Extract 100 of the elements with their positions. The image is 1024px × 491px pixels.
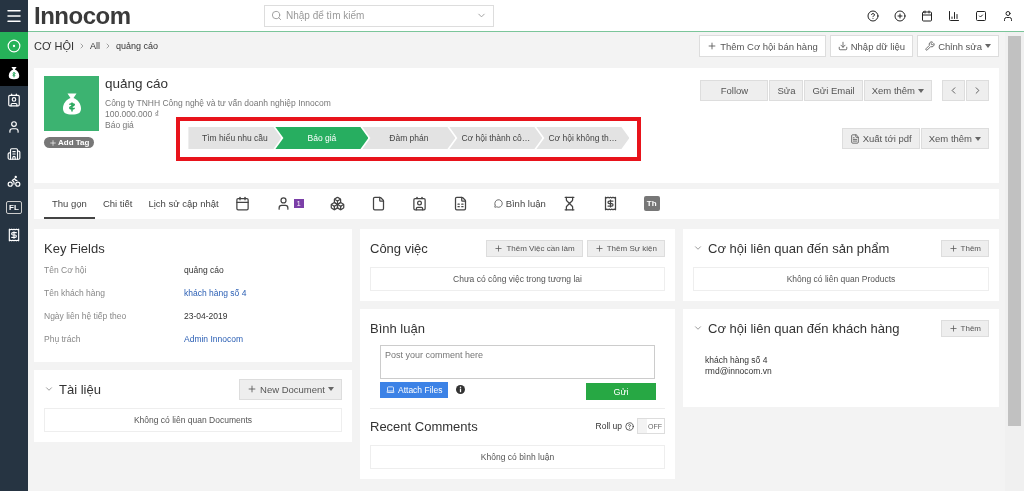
field-label: Ngày liên hệ tiếp theo	[44, 311, 128, 321]
plus-icon	[247, 384, 258, 394]
plus-icon	[894, 9, 906, 22]
toolbar-button[interactable]	[921, 9, 933, 22]
pipeline-stage[interactable]: Tìm hiểu nhu cầu	[188, 127, 282, 149]
tab[interactable]: Thu gọn	[44, 189, 95, 219]
tab[interactable]: Chi tiết	[94, 189, 141, 219]
user-icon	[7, 119, 21, 134]
field-label: Tên Cơ hội	[44, 265, 88, 275]
calendar-icon	[921, 9, 933, 22]
action-button[interactable]: Nhập dữ liệu	[829, 35, 914, 57]
chart-icon	[948, 9, 960, 22]
comment-input[interactable]: Post your comment here	[380, 345, 655, 379]
action-button[interactable]: Xem thêm	[863, 80, 932, 101]
empty-message: Chưa có công việc trong tương lai	[370, 267, 665, 291]
breadcrumb-link[interactable]: All	[90, 41, 100, 51]
document-icon	[370, 195, 386, 211]
breadcrumb-link[interactable]: CƠ HỘI	[34, 40, 74, 52]
chevron-right-icon	[78, 42, 86, 50]
tab[interactable]: Th	[635, 189, 668, 219]
action-button[interactable]: Chỉnh sửa	[917, 35, 999, 57]
attach-files-button[interactable]: Attach Files	[380, 381, 449, 398]
field-value: quảng cáo	[184, 265, 225, 275]
user-icon	[275, 195, 291, 211]
plus-icon	[948, 243, 958, 253]
add-button[interactable]: Thêm	[940, 239, 989, 257]
check-icon	[975, 9, 987, 22]
target-icon	[7, 38, 21, 53]
action-button[interactable]: Xem thêm	[920, 128, 989, 149]
panel-title: Cơ hội liên quan đến sản phẩm	[708, 240, 890, 256]
user-icon	[1002, 9, 1014, 22]
field-label: Tên khách hàng	[44, 288, 106, 298]
logo: Innocom	[34, 1, 132, 30]
contact-icon	[411, 195, 427, 211]
contact-icon	[7, 92, 21, 107]
company-name: Công ty TNHH Công nghệ và tư vấn doanh nghiệp Innocom	[105, 98, 331, 109]
panel-title: Tài liệu	[59, 381, 101, 397]
sidebar-item[interactable]	[0, 59, 28, 86]
action-button[interactable]: Follow	[700, 80, 769, 101]
tab[interactable]: Bình luận	[485, 189, 554, 219]
boxes-icon	[329, 195, 345, 211]
field-link[interactable]: khách hàng số 4	[184, 288, 342, 298]
help-icon	[867, 9, 879, 22]
new-document-button[interactable]: New Document	[239, 378, 342, 400]
help-icon	[625, 421, 634, 431]
caret-icon	[328, 387, 334, 391]
action-button[interactable]: Sửa	[769, 80, 804, 101]
bike-icon	[7, 173, 21, 188]
sheet-icon	[452, 195, 468, 211]
toolbar-button[interactable]	[867, 9, 879, 22]
empty-message: Không có liên quan Documents	[44, 408, 342, 432]
download-icon	[837, 41, 848, 51]
search-icon	[271, 10, 282, 21]
plus-icon	[707, 41, 718, 51]
action-button[interactable]: Gửi Email	[804, 80, 863, 101]
toolbar-button[interactable]	[948, 9, 960, 22]
plus-icon	[948, 323, 958, 333]
panel-title: Key Fields	[44, 240, 105, 256]
empty-message: Không có liên quan Products	[693, 267, 989, 291]
add-button[interactable]: Thêm Việc cần làm	[486, 239, 583, 257]
file-icon	[849, 133, 860, 144]
add-button[interactable]: Thêm	[940, 319, 989, 337]
toolbar-button[interactable]	[975, 9, 987, 22]
field-label: Phụ trách	[44, 334, 82, 344]
stage-name: Báo giá	[105, 120, 135, 131]
action-button[interactable]: Thêm Cơ hội bán hàng	[699, 35, 826, 57]
plus-icon	[594, 243, 604, 253]
record-title: quảng cáo	[105, 76, 170, 92]
plus-icon	[494, 243, 504, 253]
field-link[interactable]: Admin Innocom	[184, 334, 342, 344]
wrench-icon	[925, 41, 936, 51]
pipeline-stage[interactable]: Cơ hội không th…	[536, 127, 630, 149]
breadcrumb-link[interactable]: quảng cáo	[116, 41, 159, 51]
calendar-icon	[234, 195, 250, 211]
menu-icon	[5, 7, 23, 25]
panel-title: Bình luận	[370, 320, 425, 336]
chevron-right-icon	[104, 42, 112, 50]
invoice-icon	[7, 227, 21, 242]
plus-icon	[49, 138, 57, 147]
laptop-icon	[386, 385, 395, 394]
toolbar-button[interactable]	[1002, 9, 1014, 22]
add-tag-button[interactable]: Add Tag	[44, 137, 95, 148]
comment-icon	[493, 198, 503, 208]
empty-message: Không có bình luận	[370, 445, 665, 469]
customer-detail: rmd@innocom.vn	[705, 366, 773, 377]
field-value: 23-04-2019	[184, 311, 229, 321]
user-initials: Th	[643, 195, 660, 211]
pipeline-stage[interactable]: Đàm phán	[362, 127, 456, 149]
panel-title: Cơ hội liên quan đến khách hàng	[708, 320, 900, 336]
panel-title: Công việc	[370, 240, 428, 256]
tab[interactable]: Lịch sử cập nhật	[140, 189, 227, 219]
info-icon	[456, 385, 466, 394]
amount: 100.000.000 ₫	[105, 109, 160, 120]
invoice-icon	[602, 195, 618, 211]
action-button[interactable]: Xuất tới pdf	[841, 128, 920, 149]
sidebar-item[interactable]: FL	[0, 194, 28, 221]
add-button[interactable]: Thêm Sự kiện	[586, 239, 665, 257]
toolbar-button[interactable]	[894, 9, 906, 22]
money-bag-icon	[7, 65, 21, 80]
pipeline-stage[interactable]: Cơ hội thành cô…	[449, 127, 543, 149]
